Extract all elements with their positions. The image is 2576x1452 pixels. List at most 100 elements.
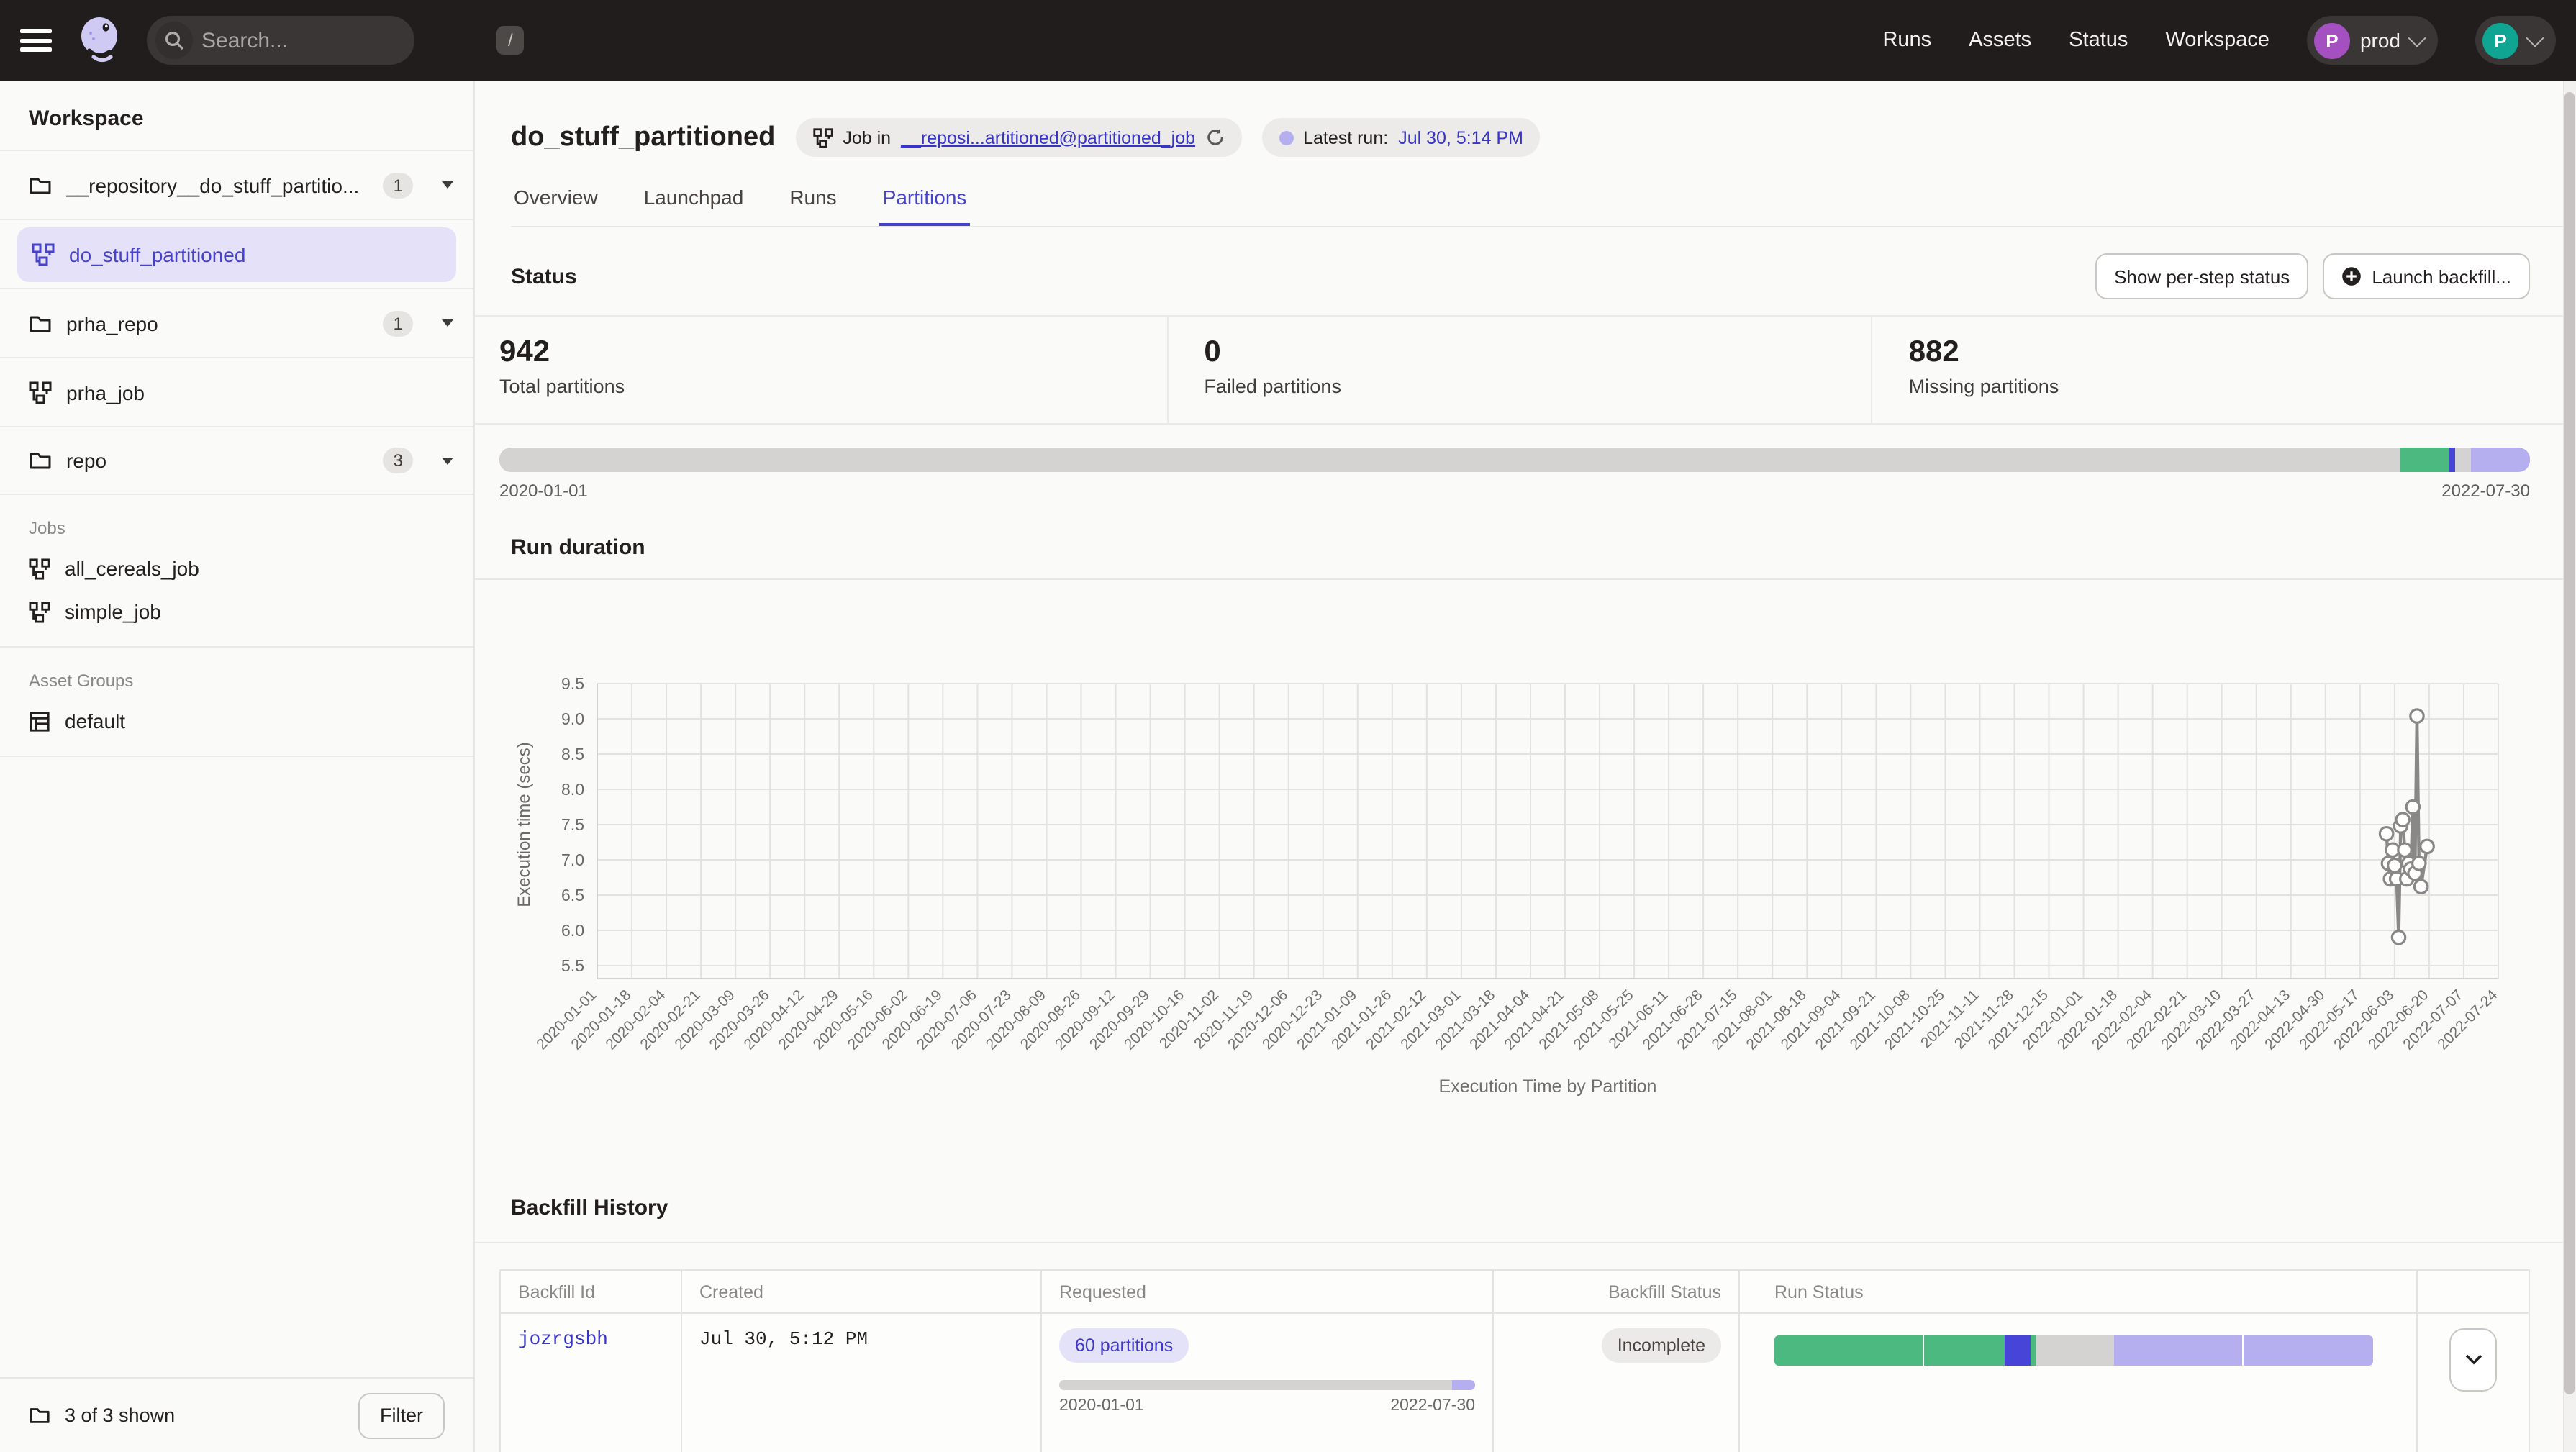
stat-value: 882 (1909, 334, 2576, 371)
folder-icon (29, 312, 52, 335)
svg-text:9.5: 9.5 (561, 674, 584, 693)
run-duration-chart[interactable]: 9.59.08.58.07.57.06.56.05.52020-01-01202… (475, 580, 2576, 1138)
job-icon (812, 127, 833, 148)
tab-runs[interactable]: Runs (786, 177, 839, 226)
dagster-logo[interactable] (75, 14, 127, 66)
job-in-label: Job in (843, 127, 891, 148)
job-location-pill: Job in __reposi...artitioned@partitioned… (795, 118, 1241, 157)
job-label: all_cereals_job (65, 557, 199, 580)
run-duration-header: Run duration (475, 535, 2576, 580)
requested-range-start: 2020-01-01 (1059, 1397, 1144, 1415)
sidebar-job-row[interactable]: prha_job (0, 357, 473, 426)
col-run-status: Run Status (1738, 1271, 2416, 1312)
sidebar-repo-row[interactable]: __repository__do_stuff_partitio... 1 (0, 150, 473, 219)
sidebar-job-row-selected[interactable]: do_stuff_partitioned (0, 219, 473, 288)
deployment-switcher[interactable]: P prod (2307, 16, 2438, 65)
repo-location-link[interactable]: __reposi...artitioned@partitioned_job (901, 127, 1195, 148)
app-window: / Runs Assets Status Workspace P prod P … (0, 0, 2576, 1452)
show-per-step-status-button[interactable]: Show per-step status (2095, 253, 2308, 299)
job-icon (29, 558, 50, 579)
table-header-row: Backfill Id Created Requested Backfill S… (501, 1271, 2529, 1314)
svg-text:Execution time (secs): Execution time (secs) (514, 742, 534, 907)
partition-status-bar-block: 2020-01-01 2022-07-30 (475, 425, 2576, 501)
table-row: jozrgsbh Jul 30, 5:12 PM 60 partitions 2… (501, 1314, 2529, 1452)
tab-launchpad[interactable]: Launchpad (641, 177, 747, 226)
scrollbar-thumb[interactable] (2564, 92, 2575, 1394)
status-section-header: Status Show per-step status Launch backf… (475, 227, 2576, 299)
col-requested: Requested (1040, 1271, 1492, 1312)
latest-run-link[interactable]: Jul 30, 5:14 PM (1398, 127, 1523, 148)
nav-assets[interactable]: Assets (1969, 29, 2031, 52)
sidebar-title: Workspace (0, 81, 473, 150)
page-header: do_stuff_partitioned Job in __reposi...a… (475, 81, 2576, 157)
search-input[interactable] (193, 28, 496, 53)
chevron-down-icon[interactable] (442, 181, 453, 189)
search-icon (155, 22, 193, 59)
sidebar-repo-row[interactable]: prha_repo 1 (0, 288, 473, 357)
requested-partitions-link[interactable]: 60 partitions (1059, 1328, 1189, 1363)
job-tabs: Overview Launchpad Runs Partitions (511, 177, 2576, 227)
stat-total-partitions: 942 Total partitions (475, 317, 1166, 423)
latest-run-label: Latest run: (1303, 127, 1388, 148)
menu-icon[interactable] (17, 26, 55, 55)
sidebar-item-default-group[interactable]: default (0, 699, 473, 743)
nav-status[interactable]: Status (2069, 29, 2128, 52)
repo-count-badge: 1 (384, 172, 413, 198)
top-nav-links: Runs Assets Status Workspace P prod P (1882, 16, 2556, 65)
latest-run-pill: Latest run: Jul 30, 5:14 PM (1261, 118, 1541, 157)
user-menu[interactable]: P (2475, 16, 2556, 65)
backfill-id-link[interactable]: jozrgsbh (518, 1328, 608, 1350)
chevron-down-icon (2408, 28, 2426, 46)
stat-value: 942 (499, 334, 1166, 371)
svg-text:7.5: 7.5 (561, 815, 584, 834)
chevron-down-icon[interactable] (442, 457, 453, 464)
expand-row-button[interactable] (2449, 1328, 2497, 1392)
col-actions (2416, 1271, 2529, 1312)
partition-range-end: 2022-07-30 (2441, 481, 2530, 501)
chevron-down-icon[interactable] (442, 319, 453, 327)
requested-partitions-bar (1059, 1380, 1475, 1390)
chevron-down-icon (2464, 1354, 2482, 1366)
workspace-sidebar: Workspace __repository__do_stuff_partiti… (0, 81, 475, 1452)
stat-failed-partitions: 0 Failed partitions (1166, 317, 1871, 423)
sidebar-item-all-cereals-job[interactable]: all_cereals_job (0, 547, 473, 590)
filter-button[interactable]: Filter (358, 1392, 445, 1438)
partition-status-bar[interactable] (499, 448, 2530, 472)
user-avatar: P (2482, 22, 2518, 58)
repo-label: repo (66, 449, 369, 472)
repo-label: prha_repo (66, 312, 369, 335)
refresh-icon[interactable] (1205, 128, 1224, 147)
sidebar-repo-row[interactable]: repo 3 (0, 426, 473, 495)
col-created: Created (681, 1271, 1040, 1312)
chevron-down-icon (2526, 28, 2544, 46)
top-navigation-bar: / Runs Assets Status Workspace P prod P (0, 0, 2576, 81)
svg-text:5.5: 5.5 (561, 956, 584, 975)
nav-workspace[interactable]: Workspace (2165, 29, 2269, 52)
launch-backfill-button[interactable]: Launch backfill... (2323, 253, 2530, 299)
status-title: Status (511, 264, 577, 289)
svg-text:6.5: 6.5 (561, 886, 584, 904)
repo-label: __repository__do_stuff_partitio... (66, 173, 369, 196)
col-backfill-status: Backfill Status (1492, 1271, 1738, 1312)
job-icon (29, 381, 52, 404)
stat-label: Failed partitions (1204, 376, 1871, 397)
asset-group-label: default (65, 709, 125, 732)
svg-text:9.0: 9.0 (561, 709, 584, 728)
job-label: do_stuff_partitioned (69, 242, 245, 266)
backfill-history-header: Backfill History (475, 1196, 2576, 1243)
tab-partitions[interactable]: Partitions (880, 177, 970, 226)
main-content: do_stuff_partitioned Job in __reposi...a… (475, 81, 2576, 1452)
tab-overview[interactable]: Overview (511, 177, 601, 226)
svg-text:Execution Time by Partition: Execution Time by Partition (1439, 1076, 1657, 1097)
run-status-dot (1279, 130, 1293, 145)
run-duration-title: Run duration (511, 535, 645, 560)
job-icon (29, 601, 50, 622)
svg-text:7.0: 7.0 (561, 850, 584, 869)
deployment-avatar: P (2314, 22, 2350, 58)
nav-runs[interactable]: Runs (1882, 29, 1931, 52)
partition-range-start: 2020-01-01 (499, 481, 588, 501)
partition-stats: 942 Total partitions 0 Failed partitions… (475, 315, 2576, 425)
sidebar-item-simple-job[interactable]: simple_job (0, 590, 473, 633)
run-status-bar[interactable] (1774, 1335, 2373, 1366)
vertical-scrollbar[interactable] (2563, 81, 2576, 1452)
